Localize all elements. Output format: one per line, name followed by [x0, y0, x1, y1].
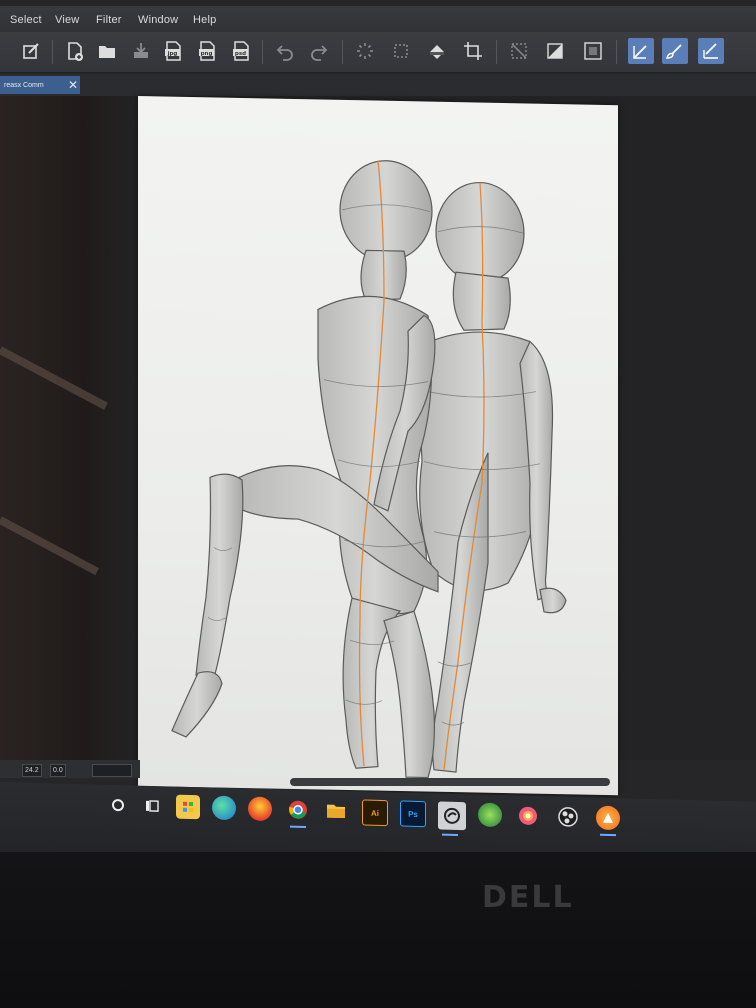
tab-close-icon[interactable]: ✕ [66, 78, 80, 92]
invert-selection-button[interactable] [542, 38, 568, 64]
chrome-app[interactable] [286, 797, 310, 829]
document-tab-bar: reasx Comm ✕ [0, 74, 756, 96]
select-area-button[interactable] [388, 38, 414, 64]
rotation-field[interactable]: 0.0 [50, 764, 66, 777]
right-figure-right-hand [539, 587, 567, 614]
folder-icon [327, 804, 345, 819]
selection-border-button[interactable] [580, 38, 606, 64]
fill-button[interactable] [424, 38, 450, 64]
status-bar: 24.2 0.0 [0, 760, 140, 778]
file-explorer-app[interactable] [324, 798, 348, 823]
drawing-canvas[interactable] [138, 96, 618, 796]
undo-icon [276, 45, 293, 61]
clip-studio-icon [444, 807, 460, 824]
clip-studio-app[interactable] [438, 801, 466, 836]
horizontal-scrollbar[interactable] [290, 778, 610, 786]
paint-app[interactable] [478, 802, 502, 828]
menu-view[interactable]: View [55, 14, 79, 26]
new-file-button[interactable] [62, 38, 88, 64]
jpg-file-icon: jpg [165, 41, 181, 61]
dell-logo: DELL [482, 880, 574, 915]
jpg-label: jpg [167, 51, 178, 57]
redo-button[interactable] [306, 38, 332, 64]
document-tab-title: reasx Comm [4, 81, 44, 89]
psd-file-icon: psd [233, 41, 249, 61]
chrome-icon [289, 800, 307, 819]
deselect-icon [511, 43, 527, 59]
edit-icon [23, 43, 39, 59]
task-view-button[interactable] [140, 794, 164, 819]
app-orange[interactable] [596, 805, 620, 837]
menu-select[interactable]: Select [10, 14, 42, 26]
eraser-tool-button[interactable] [698, 38, 724, 64]
taskbar: Ai Ps [0, 782, 756, 852]
orange-app-running-indicator [600, 833, 616, 837]
zoom-field[interactable]: 24.2 [22, 764, 42, 777]
folder-icon [99, 46, 115, 58]
status-blank-field [92, 764, 132, 777]
invert-selection-icon [547, 43, 563, 59]
export-png-button[interactable]: png [194, 38, 220, 64]
crop-icon [464, 42, 482, 60]
export-psd-button[interactable]: psd [228, 38, 254, 64]
save-icon [134, 43, 148, 58]
store-app[interactable] [176, 794, 200, 820]
psd-label: psd [235, 51, 246, 57]
export-jpg-button[interactable]: jpg [160, 38, 186, 64]
store-icon [183, 801, 193, 813]
menu-bar: Select View Filter Window Help [0, 6, 756, 32]
png-label: png [201, 51, 213, 57]
loading-button[interactable] [352, 38, 378, 64]
brush-tool-button[interactable] [662, 38, 688, 64]
menu-help[interactable]: Help [193, 14, 216, 26]
left-figure-rear-leg [383, 610, 435, 779]
png-file-icon: png [199, 41, 215, 61]
start-search-button[interactable] [106, 793, 130, 818]
illustrator-app[interactable]: Ai [362, 799, 388, 827]
toolbar: jpg png psd [0, 32, 756, 73]
right-figure-raised-foot [171, 671, 223, 738]
edge-browser-app[interactable] [212, 795, 236, 821]
pen-icon [633, 45, 647, 59]
deselect-button[interactable] [506, 38, 532, 64]
right-figure-head [435, 181, 525, 284]
search-circle-icon [112, 799, 124, 812]
clip-studio-running-indicator [442, 833, 458, 836]
monitor-bezel: DELL [0, 852, 756, 1008]
photoshop-app[interactable]: Ps [400, 800, 426, 828]
pen-tool-button[interactable] [628, 38, 654, 64]
fill-icon [430, 45, 444, 59]
menu-filter[interactable]: Filter [96, 14, 122, 26]
spinner-icon [357, 43, 373, 59]
monitor-screen: Select View Filter Window Help jpg png p… [0, 0, 756, 852]
left-figure-head [339, 160, 433, 262]
chrome-running-indicator [290, 825, 306, 829]
open-folder-button[interactable] [94, 38, 120, 64]
edit-button[interactable] [18, 38, 44, 64]
brush-icon [666, 44, 682, 59]
obs-app[interactable] [556, 805, 580, 830]
menu-window[interactable]: Window [138, 14, 178, 26]
photo: Select View Filter Window Help jpg png p… [0, 0, 756, 1008]
room-reflection [0, 96, 140, 760]
new-file-icon [68, 42, 83, 61]
triangle-app-icon [603, 812, 613, 824]
save-button[interactable] [128, 38, 154, 64]
mannequin-pose-figures [171, 160, 567, 779]
vivaldi-app[interactable] [516, 804, 540, 829]
redo-icon [311, 45, 328, 61]
task-view-icon [146, 800, 159, 812]
right-figure-raised-shin [195, 473, 244, 679]
obs-icon [558, 807, 578, 827]
eraser-icon [703, 43, 718, 59]
selection-border-icon [584, 42, 602, 60]
dotted-square-icon [394, 44, 408, 58]
firefox-app[interactable] [248, 796, 272, 822]
browser-ring-icon [519, 806, 537, 825]
undo-button[interactable] [272, 38, 298, 64]
document-tab[interactable]: reasx Comm ✕ [0, 76, 80, 94]
crop-button[interactable] [460, 38, 486, 64]
